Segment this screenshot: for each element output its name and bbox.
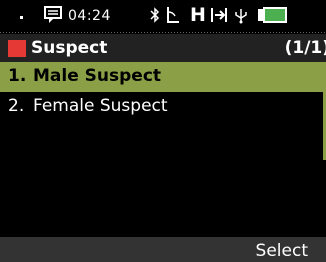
softkey-bar: Select [0,237,326,262]
hsdpa-icon: H [190,4,206,26]
list-item-female-suspect[interactable]: 2. Female Suspect [0,92,326,122]
page-title: Suspect [31,38,108,58]
status-time: 04:24 [68,8,111,24]
status-separator [0,32,326,33]
message-icon [44,6,62,23]
data-transfer-icon [211,8,227,22]
list-item-number: 2. [8,96,25,116]
usb-icon [235,9,247,24]
list-item-label: Female Suspect [33,96,168,116]
menu-indicator-dot [20,16,23,19]
app-indicator-icon [8,40,26,57]
list-item-male-suspect[interactable]: 1. Male Suspect [0,62,324,92]
list-item-label: Male Suspect [33,66,162,86]
bluetooth-icon [150,7,160,23]
signal-icon [167,7,179,23]
status-bar: 04:24 H [0,0,326,34]
list-item-number: 1. [8,66,27,86]
battery-icon [258,7,287,23]
select-softkey[interactable]: Select [256,241,308,261]
title-bar: Suspect (1/1) [0,34,326,62]
page-counter: (1/1) [284,38,326,58]
